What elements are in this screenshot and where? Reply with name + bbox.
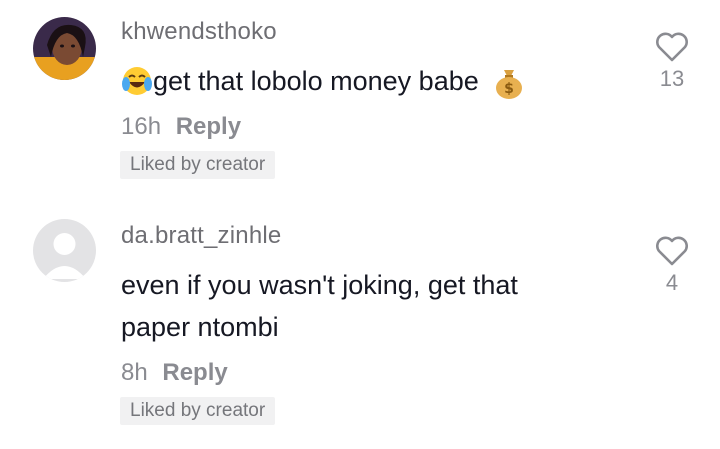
heart-icon — [656, 32, 688, 62]
reply-button[interactable]: Reply — [176, 113, 241, 140]
avatar[interactable] — [33, 219, 96, 282]
liked-by-creator-badge: Liked by creator — [120, 151, 276, 179]
like-button[interactable]: 4 — [652, 236, 692, 296]
avatar[interactable] — [33, 17, 96, 80]
reply-button[interactable]: Reply — [162, 359, 227, 386]
like-button[interactable]: 13 — [652, 32, 692, 92]
comment-text: get that lobolo money babe $ — [121, 60, 641, 104]
comment-text-line: even if you wasn't joking, get that — [121, 270, 518, 300]
comment-username[interactable]: da.bratt_zinhle — [121, 222, 281, 250]
money-bag-emoji: $ — [494, 62, 524, 104]
comment-username[interactable]: khwendsthoko — [121, 18, 277, 46]
like-count: 13 — [659, 66, 685, 91]
comment-time: 16h — [121, 113, 162, 140]
comment-item: da.bratt_zinhle even if you wasn't jokin… — [0, 200, 720, 449]
liked-by-creator-badge: Liked by creator — [120, 397, 276, 425]
tears-of-joy-emoji — [121, 62, 153, 104]
comment-time: 8h — [121, 359, 148, 386]
comment-item: khwendsthoko get that lobolo money babe … — [0, 0, 720, 200]
svg-text:$: $ — [504, 81, 514, 97]
comment-text: even if you wasn't joking, get that pape… — [121, 264, 641, 348]
heart-icon — [656, 236, 688, 266]
comment-text-line: paper ntombi — [121, 312, 279, 342]
comment-meta: 16h Reply — [121, 113, 241, 141]
comment-text-body: get that lobolo money babe — [153, 66, 479, 96]
comment-meta: 8h Reply — [121, 359, 228, 387]
like-count: 4 — [665, 270, 679, 295]
